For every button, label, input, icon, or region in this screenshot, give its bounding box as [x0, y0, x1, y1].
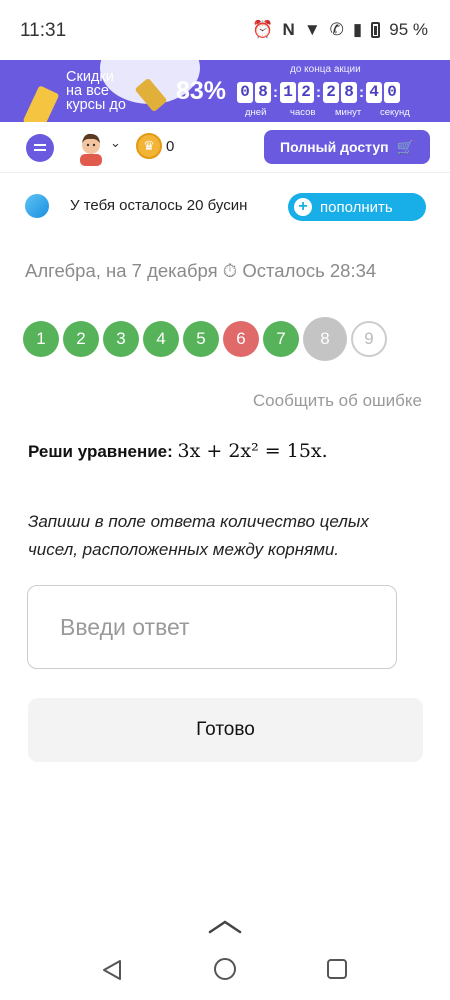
task-prefix: Реши уравнение:: [28, 442, 173, 461]
question-9[interactable]: 9: [351, 321, 387, 357]
plus-icon: +: [294, 198, 312, 216]
subject-label: Алгебра, на 7 декабря: [25, 260, 218, 281]
question-4[interactable]: 4: [143, 321, 179, 357]
question-3[interactable]: 3: [103, 321, 139, 357]
countdown-unit: секунд: [380, 107, 410, 118]
question-5[interactable]: 5: [183, 321, 219, 357]
question-navigator: 1 2 3 4 5 6 7 8 9: [23, 317, 387, 361]
question-6[interactable]: 6: [223, 321, 259, 357]
countdown-digit: 4: [366, 82, 382, 103]
status-time: 11:31: [20, 20, 67, 41]
status-icons: ⏰ N ▼ ✆ ▮ 95 %: [252, 20, 428, 40]
coin-icon: ♛: [136, 133, 162, 159]
report-error-link[interactable]: Сообщить об ошибке: [253, 391, 422, 411]
battery-icon: [371, 22, 381, 38]
task-statement: Реши уравнение: 3x + 2x² = 15x.: [28, 440, 328, 462]
question-1[interactable]: 1: [23, 321, 59, 357]
nfc-icon: N: [282, 20, 295, 39]
alarm-icon: ⏰: [252, 20, 274, 39]
promo-line: Скидки: [66, 69, 114, 85]
chevron-down-icon[interactable]: ⌄: [110, 135, 121, 151]
countdown-digit: 8: [341, 82, 357, 103]
refill-label: пополнить: [320, 198, 393, 216]
signal-icon: ▮: [352, 20, 363, 39]
battery-level: 95 %: [389, 20, 428, 39]
countdown-digit: 8: [255, 82, 271, 103]
promo-decoration-ribbon: [22, 85, 60, 122]
promo-text: Скидки на все курсы до: [66, 69, 126, 113]
full-access-label: Полный доступ: [280, 139, 389, 155]
timer-label: Осталось 28:34: [242, 260, 377, 281]
avatar[interactable]: [76, 130, 106, 166]
answer-input[interactable]: [27, 585, 397, 669]
countdown-unit: дней: [245, 107, 267, 118]
countdown: 0 8 : 1 2 : 2 8 : 4 0: [237, 82, 402, 103]
wifi-icon: ▼: [303, 20, 321, 39]
cart-icon: 🛒: [396, 138, 414, 155]
promo-until-label: до конца акции: [290, 64, 361, 75]
coin-count: 0: [166, 138, 175, 155]
countdown-unit: часов: [290, 107, 316, 118]
countdown-digit: 0: [237, 82, 253, 103]
app-header: ⌄ ♛ 0 Полный доступ 🛒: [0, 122, 450, 173]
bead-icon: [25, 194, 49, 218]
stopwatch-icon: ⏱: [222, 260, 238, 281]
countdown-digit: 1: [280, 82, 296, 103]
done-button[interactable]: Готово: [28, 698, 423, 762]
promo-percent: 83%: [176, 77, 227, 105]
task-equation: 3x + 2x² = 15x.: [177, 440, 328, 462]
promo-banner[interactable]: Скидки на все курсы до 83% до конца акци…: [0, 60, 450, 122]
countdown-digit: 0: [384, 82, 400, 103]
countdown-digit: 2: [323, 82, 339, 103]
countdown-digit: 2: [298, 82, 314, 103]
recent-apps-icon[interactable]: [327, 959, 347, 979]
beads-remaining: У тебя осталось 20 бусин: [70, 197, 248, 214]
chat-icon[interactable]: [26, 134, 54, 162]
call-icon: ✆: [329, 20, 344, 39]
promo-line: на все: [66, 83, 109, 99]
full-access-button[interactable]: Полный доступ 🛒: [264, 130, 430, 164]
question-2[interactable]: 2: [63, 321, 99, 357]
task-instruction: Запиши в поле ответа количество целых чи…: [28, 512, 369, 559]
question-8[interactable]: 8: [303, 317, 347, 361]
status-bar: 11:31 ⏰ N ▼ ✆ ▮ 95 %: [0, 0, 450, 60]
promo-line: курсы до: [66, 97, 126, 113]
home-icon[interactable]: [214, 958, 236, 980]
refill-button[interactable]: + пополнить: [288, 193, 426, 221]
test-info: Алгебра, на 7 декабря ⏱ Осталось 28:34: [25, 260, 376, 282]
question-7[interactable]: 7: [263, 321, 299, 357]
back-icon[interactable]: [100, 958, 124, 982]
countdown-unit: минут: [335, 107, 362, 118]
chevron-up-icon[interactable]: [208, 920, 242, 934]
